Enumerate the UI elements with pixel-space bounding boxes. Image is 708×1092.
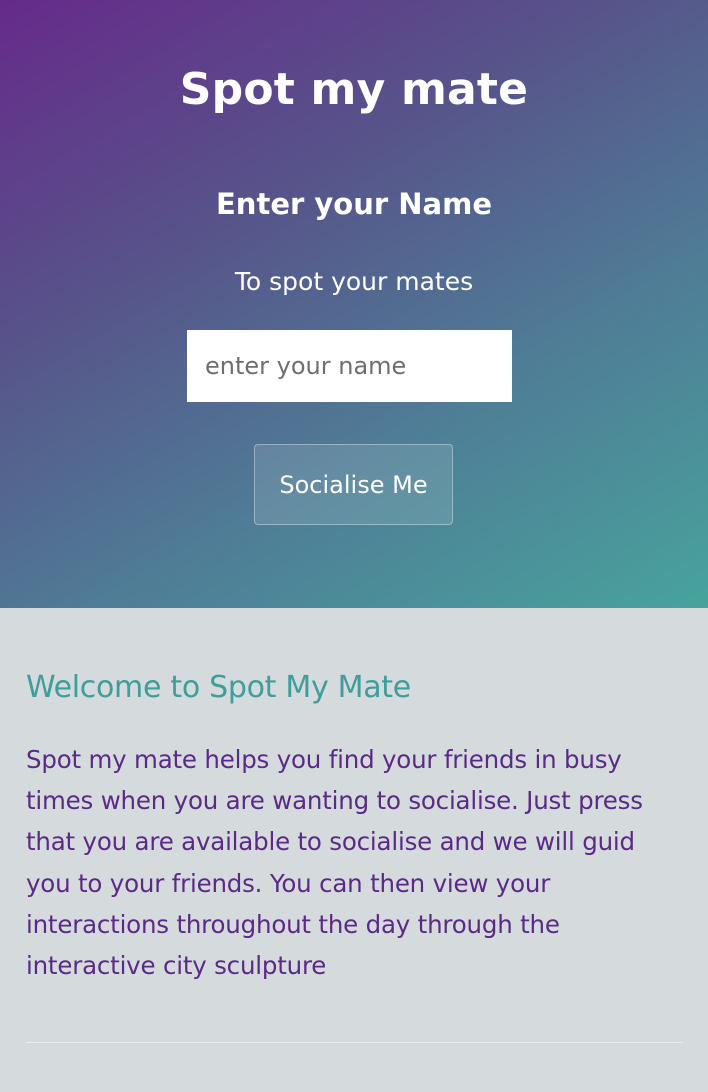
hero-section: Spot my mate Enter your Name To spot you… [0, 0, 708, 608]
welcome-heading: Welcome to Spot My Mate [26, 670, 411, 705]
socialise-me-button[interactable]: Socialise Me [254, 444, 453, 525]
welcome-description: Spot my mate helps you find your friends… [26, 745, 643, 981]
divider [26, 1042, 683, 1043]
app-title: Spot my mate [179, 64, 529, 115]
name-input[interactable] [187, 330, 512, 402]
form-heading: Enter your Name [216, 187, 492, 221]
form-subtitle: To spot your mates [234, 267, 474, 296]
